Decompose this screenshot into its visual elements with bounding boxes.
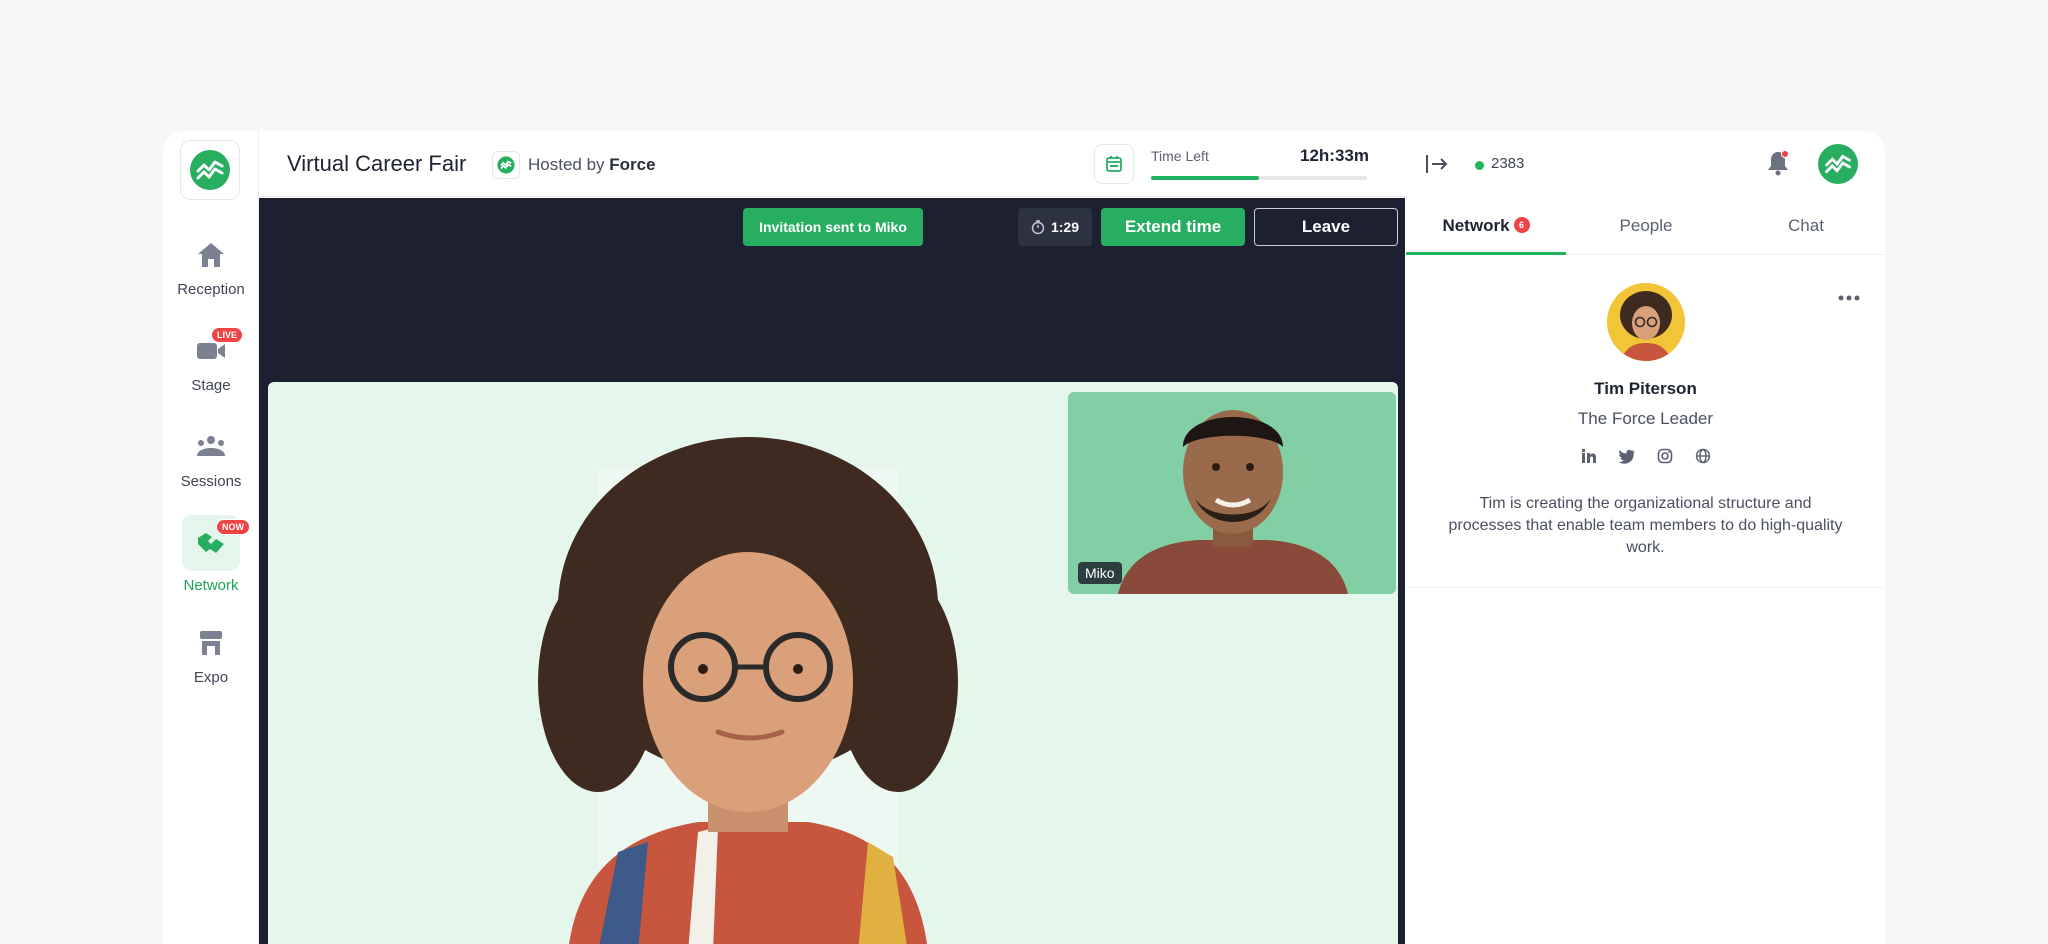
right-panel: 2383 Network 6 People Chat Tim Piterson … [1406,131,1885,944]
booth-icon [183,623,239,663]
more-options-icon[interactable] [1838,289,1860,307]
tab-network-badge: 6 [1513,216,1530,233]
nav-item-expo[interactable]: Expo [163,623,259,686]
panel-divider [1406,587,1885,588]
profile-photo [1607,283,1685,361]
host-text: Hosted by Force [528,155,656,175]
app-window: Reception LIVE Stage Sessions NOW Networ… [163,131,1885,944]
collapse-panel-icon[interactable] [1424,151,1450,182]
notification-dot [1781,150,1789,158]
extend-time-button[interactable]: Extend time [1101,208,1245,246]
video-stage: Invitation sent to Miko 1:29 Extend time… [259,198,1405,944]
nav-label-network: Network [183,577,239,594]
tab-people[interactable]: People [1566,197,1726,255]
time-left-value: 12h:33m [1300,146,1369,165]
pip-name-label: Miko [1078,562,1122,584]
logo-icon [190,150,230,190]
now-badge: NOW [216,519,250,535]
time-left-label: Time Left [1151,148,1209,164]
tab-network-label: Network [1442,216,1510,235]
online-status-dot [1475,161,1484,170]
hosted-by-label: Hosted by [528,155,605,174]
profile-role: The Force Leader [1577,409,1714,428]
tab-network[interactable]: Network 6 [1406,197,1566,255]
nav-label-reception: Reception [177,281,245,298]
nav-item-reception[interactable]: Reception [163,235,259,298]
leave-button[interactable]: Leave [1254,208,1398,246]
app-logo[interactable] [180,140,240,200]
host-chip[interactable]: Hosted by Force [492,151,656,179]
session-timer: 1:29 [1018,208,1092,246]
video-camera-icon: LIVE [183,327,243,371]
instagram-icon[interactable] [1656,447,1674,465]
host-name: Force [609,155,656,174]
home-icon [183,235,239,275]
group-icon [183,427,239,467]
calendar-icon [1106,156,1122,172]
time-left-progress-fill [1151,176,1259,180]
left-nav: Reception LIVE Stage Sessions NOW Networ… [163,131,259,944]
live-badge: LIVE [210,327,243,343]
nav-label-stage: Stage [191,377,231,394]
stopwatch-icon [1031,220,1045,234]
linkedin-icon[interactable] [1580,447,1598,465]
handshake-icon: NOW [182,515,250,571]
time-left-progress [1151,176,1367,180]
panel-tabs: Network 6 People Chat [1406,197,1885,255]
invitation-toast: Invitation sent to Miko [743,208,923,246]
tab-chat[interactable]: Chat [1726,197,1885,255]
profile-name: Tim Piterson [1594,379,1697,398]
globe-icon[interactable] [1694,447,1712,465]
twitter-icon[interactable] [1618,447,1636,465]
calendar-button[interactable] [1094,144,1134,184]
session-timer-value: 1:29 [1050,219,1080,235]
host-logo-icon [492,151,520,179]
nav-label-sessions: Sessions [180,473,242,490]
online-count: 2383 [1491,155,1525,172]
user-logo-icon [1818,144,1858,184]
main-video-feed: Miko [268,382,1398,944]
nav-item-stage[interactable]: LIVE Stage [163,327,259,394]
profile-avatar [1607,283,1685,361]
nav-item-network[interactable]: NOW Network [163,515,259,594]
pip-video-feed[interactable]: Miko [1068,392,1396,594]
user-avatar[interactable] [1818,144,1858,184]
nav-label-expo: Expo [193,669,229,686]
social-links [1406,447,1885,465]
top-header: Virtual Career Fair Hosted by Force Time… [259,131,1405,197]
profile-bio: Tim is creating the organizational struc… [1448,495,1843,556]
nav-item-sessions[interactable]: Sessions [163,427,259,490]
event-title: Virtual Career Fair [287,151,467,176]
